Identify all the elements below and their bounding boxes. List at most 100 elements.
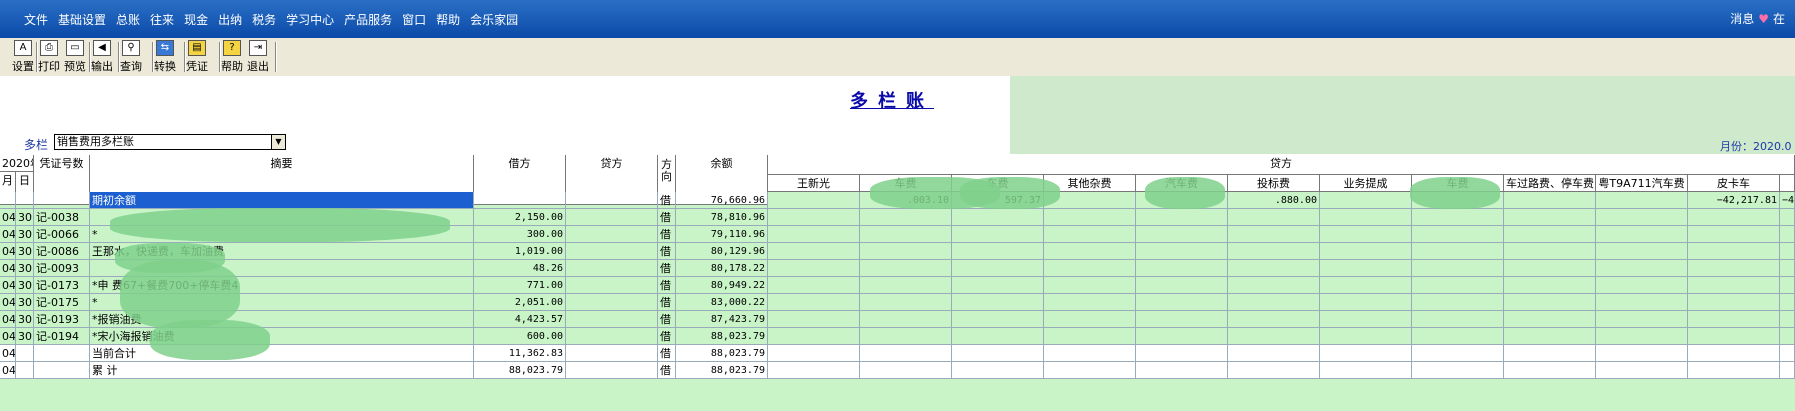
menu-item-4[interactable]: 现金 [184,11,208,28]
row-sub-cell [860,311,952,328]
row-balance: 80,178.22 [676,260,768,277]
row-voucher[interactable]: 记-0066 [34,226,90,243]
row-sub-cell [1596,311,1688,328]
row-balance: 80,949.22 [676,277,768,294]
row-direction: 借 [658,226,676,243]
row-sub-cell [1504,277,1596,294]
toolbar-button-7[interactable]: ? 帮助 [221,40,243,74]
row-sub-cell [952,243,1044,260]
message-label[interactable]: 消息 [1730,10,1754,27]
total-sub-cell [1596,362,1688,379]
row-sub-cell [1780,328,1795,345]
row-sub-cell [1044,294,1136,311]
menu-item-2[interactable]: 总账 [116,11,140,28]
row-voucher[interactable]: 记-0038 [34,209,90,226]
opening-sub-cell: .880.00 [1228,192,1320,209]
row-voucher[interactable]: 记-0194 [34,328,90,345]
row-voucher[interactable]: 记-0175 [34,294,90,311]
menu-item-7[interactable]: 学习中心 [286,11,334,28]
menu-item-11[interactable]: 会乐家园 [470,11,518,28]
menu-item-10[interactable]: 帮助 [436,11,460,28]
row-voucher[interactable]: 记-0086 [34,243,90,260]
row-sub-cell [860,294,952,311]
chevron-down-icon[interactable]: ▼ [271,135,285,149]
total-month: 04 [0,345,16,362]
toolbar-button-0[interactable]: A 设置 [12,40,34,74]
row-debit: 771.00 [474,277,566,294]
toolbar-separator [184,42,186,72]
menu-item-9[interactable]: 窗口 [402,11,426,28]
total-direction: 借 [658,345,676,362]
row-debit: 300.00 [474,226,566,243]
toolbar-button-4[interactable]: ⚲ 查询 [120,40,142,74]
toolbar-button-1[interactable]: ⎙ 打印 [38,40,60,74]
row-month: 04 [0,209,16,226]
menu-item-3[interactable]: 往来 [150,11,174,28]
opening-sub-cell: −4,939.25 [1780,192,1795,209]
opening-balance: 76,660.96 [676,192,768,209]
row-credit [566,277,658,294]
row-voucher[interactable]: 记-0093 [34,260,90,277]
row-sub-cell [1320,243,1412,260]
row-day: 30 [16,226,34,243]
toolbar-button-2[interactable]: ▭ 预览 [64,40,86,74]
preview-icon: ▭ [66,40,84,56]
row-sub-cell [1044,209,1136,226]
voucher-icon: ▤ [188,40,206,56]
row-day: 30 [16,294,34,311]
menu-item-0[interactable]: 文件 [24,11,48,28]
row-sub-cell [1688,209,1780,226]
total-sub-cell [1412,362,1504,379]
total-voucher [34,345,90,362]
row-voucher[interactable]: 记-0193 [34,311,90,328]
row-sub-cell [1780,294,1795,311]
total-sub-cell [952,362,1044,379]
row-sub-cell [860,277,952,294]
row-sub-cell [1228,243,1320,260]
row-sub-cell [1320,294,1412,311]
sub-column-header: 车过路费、停车费 [1504,175,1596,192]
redaction-blur [150,320,270,360]
opening-summary[interactable]: 期初余额 [90,192,474,209]
message-area[interactable]: 消息 ♥ 在 [1730,10,1785,27]
total-sub-cell [1228,345,1320,362]
row-direction: 借 [658,209,676,226]
row-sub-cell [768,311,860,328]
row-sub-cell [768,226,860,243]
menu-item-5[interactable]: 出纳 [218,11,242,28]
row-voucher[interactable]: 记-0173 [34,277,90,294]
exit-icon: ⇥ [249,40,267,56]
toolbar-button-label: 帮助 [221,60,243,73]
toolbar-separator [118,42,120,72]
total-sub-cell [1044,345,1136,362]
total-sub-cell [1780,362,1795,379]
total-day [16,345,34,362]
total-sub-cell [860,345,952,362]
toolbar-button-3[interactable]: ◀ 输出 [91,40,113,74]
row-sub-cell [1320,277,1412,294]
account-select[interactable]: 销售费用多栏账 ▼ [54,134,286,150]
toolbar-button-6[interactable]: ▤ 凭证 [186,40,208,74]
menu-item-1[interactable]: 基础设置 [58,11,106,28]
row-sub-cell [1504,294,1596,311]
sub-column-header: 粤T9A711汽车费 [1596,175,1688,192]
menu-item-8[interactable]: 产品服务 [344,11,392,28]
row-sub-cell [1596,226,1688,243]
row-balance: 83,000.22 [676,294,768,311]
row-direction: 借 [658,277,676,294]
row-sub-cell [1596,243,1688,260]
convert-icon: ⇆ [156,40,174,56]
menu-item-6[interactable]: 税务 [252,11,276,28]
redaction-blur [1145,177,1225,209]
row-sub-cell [1504,209,1596,226]
row-summary: *宋小海报销油费 [90,328,474,345]
toolbar-button-5[interactable]: ⇆ 转换 [154,40,176,74]
row-sub-cell [1136,311,1228,328]
sub-column-header: 皮卡车 [1688,175,1780,192]
opening-sub-cell [768,192,860,209]
row-sub-cell [1412,209,1504,226]
toolbar-button-8[interactable]: ⇥ 退出 [247,40,269,74]
settings-icon: A [14,40,32,56]
toolbar-separator [219,42,221,72]
row-direction: 借 [658,260,676,277]
